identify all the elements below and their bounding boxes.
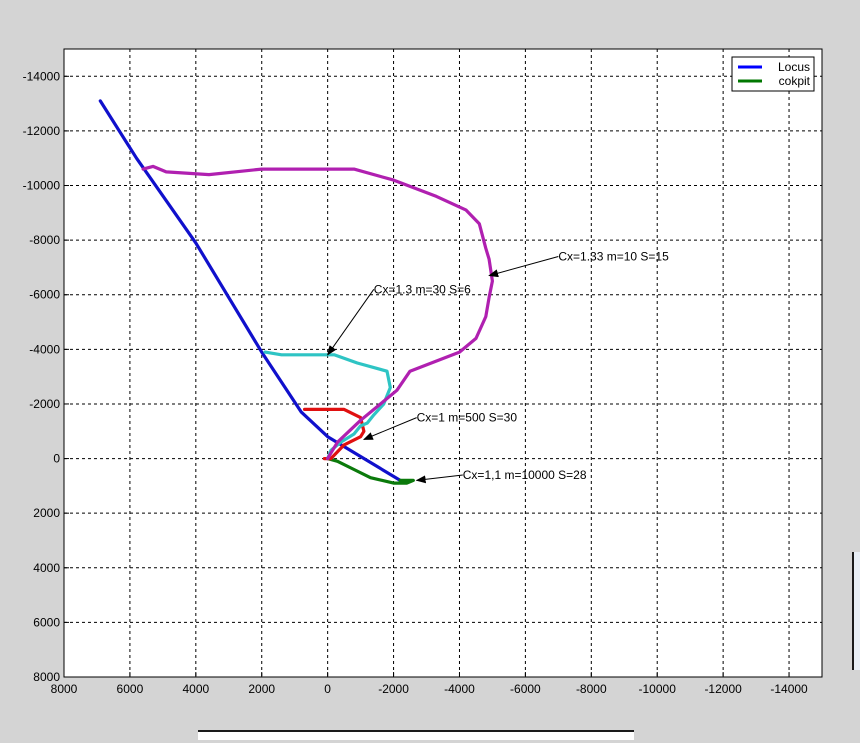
y-tick-label: 8000 [33,670,60,684]
y-tick-label: 2000 [33,506,60,520]
annotation-label: Cx=1.33 m=10 S=15 [558,250,669,264]
annotation-label: Cx=1.3 m=30 S=6 [374,282,471,296]
y-tick-label: 4000 [33,561,60,575]
y-tick-label: -10000 [23,179,61,193]
x-tick-label: -14000 [770,682,808,696]
plot-area [63,48,823,678]
x-tick-label: 8000 [51,682,78,696]
chart-svg: 8000 6000 4000 2000 0 -2000 -4000 -6000 -8000 -10… [23,48,823,696]
x-tick-label: -12000 [704,682,742,696]
legend-entry: cokpit [779,74,811,88]
x-tick-label: 4000 [182,682,209,696]
y-tick-label: 6000 [33,615,60,629]
x-tick-label: -2000 [378,682,409,696]
x-tick-label: -6000 [510,682,541,696]
x-tick-label: -10000 [639,682,677,696]
y-tick-label: 0 [53,452,60,466]
x-tick-label: 2000 [248,682,275,696]
y-tick-label: -2000 [29,397,60,411]
y-tick-label: -14000 [23,69,61,83]
annotation-label: Cx=1 m=500 S=30 [417,411,518,425]
side-panel-edge [852,552,860,670]
legend-entry: Locus [778,60,810,74]
x-tick-label: 6000 [117,682,144,696]
legend: Locuscokpit [731,56,815,92]
x-tick-label: -8000 [576,682,607,696]
y-tick-label: -8000 [29,233,60,247]
x-tick-label: 0 [324,682,331,696]
chart-window: 8000 6000 4000 2000 0 -2000 -4000 -6000 -8000 -10… [0,0,860,740]
y-tick-label: -12000 [23,124,61,138]
y-tick-label: -6000 [29,288,60,302]
y-tick-label: -4000 [29,342,60,356]
annotation-label: Cx=1,1 m=10000 S=28 [463,468,587,482]
x-tick-label: -4000 [444,682,475,696]
scrollbar-track[interactable] [198,730,634,740]
